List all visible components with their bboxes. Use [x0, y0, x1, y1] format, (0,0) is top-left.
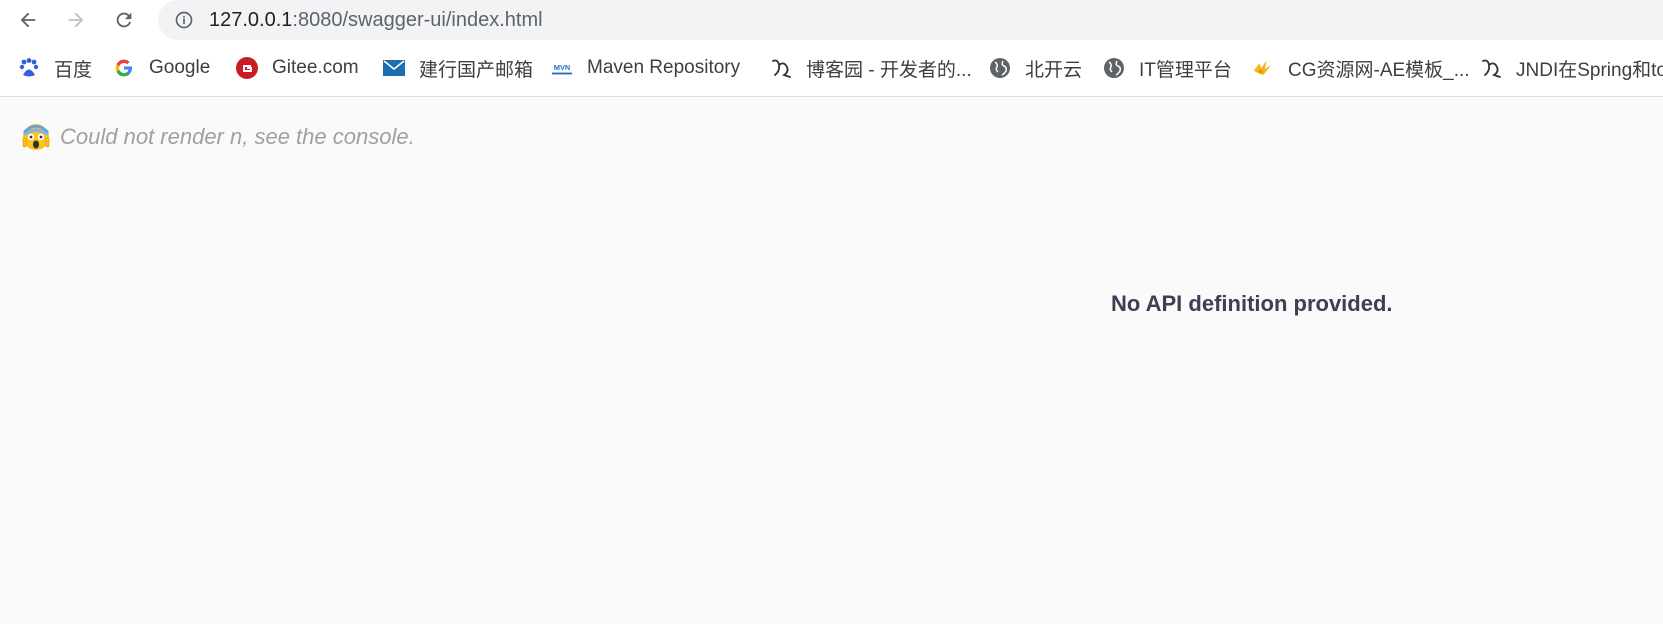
bookmark-label: 建行国产邮箱: [419, 59, 534, 81]
scream-emoji-icon: [22, 124, 50, 150]
url-path: :8080/swagger-ui/index.html: [292, 9, 543, 31]
browser-chrome: 127.0.0.1:8080/swagger-ui/index.html 百度: [0, 0, 1663, 97]
bookmark-cnblogs[interactable]: 博客园 - 开发者的...: [770, 50, 972, 86]
reload-button[interactable]: [108, 4, 140, 36]
browser-toolbar: 127.0.0.1:8080/swagger-ui/index.html: [0, 0, 1663, 40]
bookmark-maven[interactable]: MVN Maven Repository: [551, 50, 740, 86]
mail-icon: [383, 57, 405, 79]
error-message: Could not render n, see the console.: [60, 124, 415, 149]
globe-icon: [989, 57, 1011, 79]
bookmark-jndi[interactable]: JNDI在Spring和to: [1480, 50, 1663, 86]
forward-button[interactable]: [60, 4, 92, 36]
cnblogs-icon: [770, 57, 792, 79]
bookmark-gitee[interactable]: Gitee.com: [236, 50, 359, 86]
cg-icon: [1252, 57, 1274, 79]
svg-text:MVN: MVN: [554, 63, 570, 72]
arrow-left-icon: [20, 12, 36, 28]
google-icon: [113, 57, 135, 79]
url-text[interactable]: 127.0.0.1:8080/swagger-ui/index.html: [209, 9, 543, 32]
address-bar[interactable]: 127.0.0.1:8080/swagger-ui/index.html: [158, 0, 1663, 40]
bookmark-ccb-mail[interactable]: 建行国产邮箱: [383, 50, 533, 86]
swagger-ui-content: Could not render n, see the console. No …: [0, 97, 1663, 624]
arrow-right-icon: [68, 12, 84, 28]
bookmark-label: Maven Repository: [587, 57, 741, 78]
bookmark-label: 百度: [54, 59, 93, 81]
info-icon[interactable]: [174, 10, 194, 30]
bookmark-label: Google: [149, 57, 211, 78]
globe-icon: [1103, 57, 1125, 79]
gitee-icon: [236, 57, 258, 79]
bookmark-beikaiyun[interactable]: 北开云: [989, 50, 1082, 86]
bookmark-label: CG资源网-AE模板_...: [1288, 59, 1470, 81]
bookmarks-bar: 百度 Google Gitee.com 建行国产邮箱 MVN Maven Rep…: [0, 50, 1663, 86]
no-api-definition-message: No API definition provided.: [1111, 291, 1393, 316]
bookmark-label: IT管理平台: [1139, 59, 1232, 81]
render-error: Could not render n, see the console.: [22, 123, 415, 151]
reload-icon: [116, 12, 132, 28]
back-button[interactable]: [12, 4, 44, 36]
bookmark-label: 北开云: [1025, 59, 1083, 81]
url-host: 127.0.0.1: [209, 9, 293, 31]
bookmark-it-platform[interactable]: IT管理平台: [1103, 50, 1232, 86]
bookmark-label: JNDI在Spring和to: [1516, 59, 1663, 81]
maven-icon: MVN: [551, 57, 573, 79]
baidu-icon: [18, 57, 40, 79]
bookmark-cg[interactable]: CG资源网-AE模板_...: [1252, 50, 1470, 86]
bookmark-google[interactable]: Google: [113, 50, 210, 86]
bookmark-baidu[interactable]: 百度: [18, 50, 92, 86]
bookmark-label: 博客园 - 开发者的...: [806, 59, 972, 81]
bookmark-label: Gitee.com: [272, 57, 359, 78]
cnblogs-icon: [1480, 57, 1502, 79]
